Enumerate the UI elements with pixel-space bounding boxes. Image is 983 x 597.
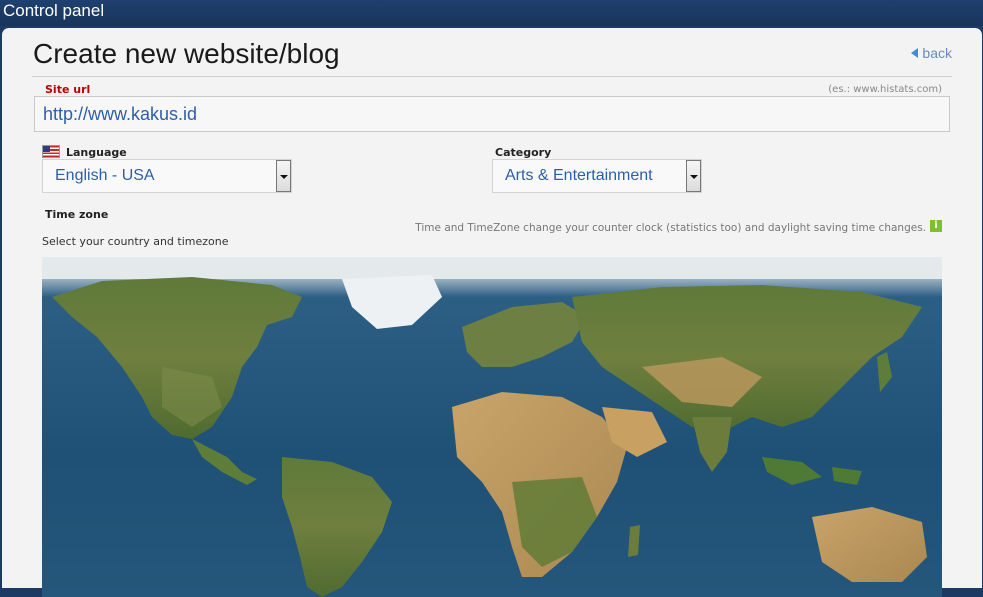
chevron-down-icon[interactable] (276, 160, 291, 192)
world-map[interactable] (42, 257, 942, 597)
language-selected-value: English - USA (55, 167, 155, 184)
world-map-image (42, 257, 942, 597)
timezone-instruction: Select your country and timezone (42, 235, 229, 248)
greenland (342, 275, 442, 329)
language-select[interactable]: English - USA (42, 159, 292, 193)
site-url-input[interactable] (43, 103, 923, 125)
category-selected-value: Arts & Entertainment (505, 167, 653, 184)
main-panel: Create new website/blog back Site url (e… (2, 28, 982, 597)
timezone-note: Time and TimeZone change your counter cl… (415, 222, 926, 234)
timezone-label: Time zone (45, 208, 109, 221)
europe (462, 302, 587, 367)
top-bar: Control panel (0, 0, 983, 26)
site-url-label: Site url (45, 83, 91, 96)
australia (812, 507, 927, 582)
back-link[interactable]: back (911, 45, 952, 61)
site-url-hint: (es.: www.histats.com) (828, 84, 942, 95)
back-arrow-icon (911, 48, 919, 58)
category-select[interactable]: Arts & Entertainment (492, 159, 702, 193)
category-label: Category (495, 146, 552, 159)
info-icon[interactable]: i (930, 220, 942, 232)
control-panel-title: Control panel (3, 1, 105, 20)
south-america (282, 457, 392, 597)
language-label: Language (66, 146, 127, 159)
us-flag-icon (42, 145, 60, 158)
site-url-field[interactable] (34, 96, 950, 132)
back-label: back (922, 45, 952, 61)
divider (32, 76, 952, 77)
chevron-down-icon[interactable] (686, 160, 701, 192)
page-title: Create new website/blog (33, 38, 340, 69)
